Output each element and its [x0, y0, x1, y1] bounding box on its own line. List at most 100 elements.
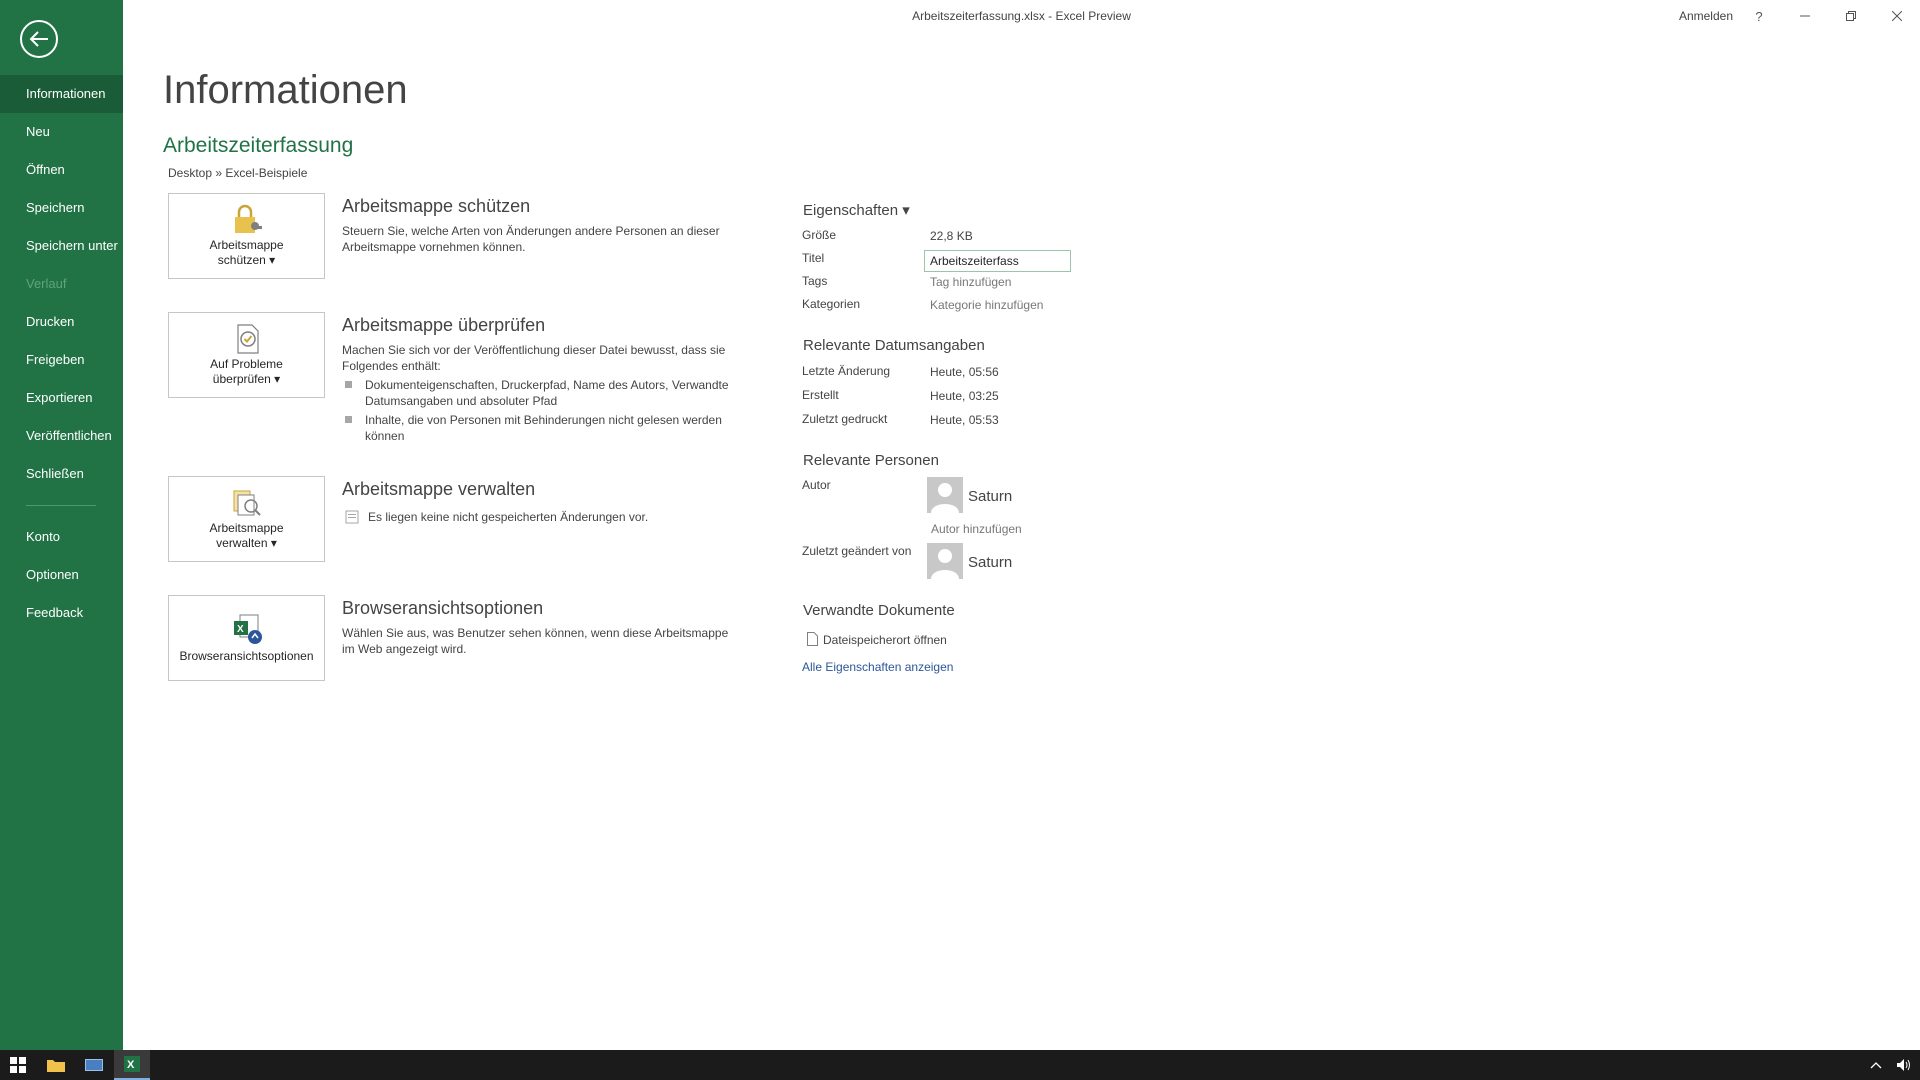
speaker-icon — [1897, 1059, 1910, 1071]
taskbar: X — [0, 1050, 1920, 1080]
nav-item-drucken[interactable]: Drucken — [0, 303, 123, 341]
manage-section-desc: Es liegen keine nicht gespeicherten Ände… — [342, 509, 742, 525]
inspect-bullet-accessibility: Inhalte, die von Personen mit Behinderun… — [345, 412, 745, 444]
manage-versions-icon — [233, 490, 261, 516]
nav-item-exportieren[interactable]: Exportieren — [0, 379, 123, 417]
nav-item-konto[interactable]: Konto — [0, 518, 123, 556]
protect-workbook-button[interactable]: Arbeitsmappe schützen ▾ — [168, 193, 325, 279]
author-avatar[interactable] — [927, 477, 963, 513]
size-value: 22,8 KB — [930, 229, 973, 243]
restore-button[interactable] — [1828, 0, 1874, 32]
protect-button-label-1: Arbeitsmappe — [209, 238, 284, 252]
nav-item-speichern-unter[interactable]: Speichern unter — [0, 227, 123, 265]
title-bar: Arbeitszeiterfassung.xlsx - Excel Previe… — [123, 0, 1920, 32]
show-hidden-icons-button[interactable] — [1862, 1050, 1890, 1080]
open-file-location-text: Dateispeicherort öffnen — [823, 633, 947, 647]
protect-section-desc: Steuern Sie, welche Arten von Änderungen… — [342, 224, 720, 254]
backstage-sidebar: Informationen Neu Öffnen Speichern Speic… — [0, 0, 123, 1050]
nav-item-freigeben[interactable]: Freigeben — [0, 341, 123, 379]
last-modified-by-label: Zuletzt geändert von — [802, 544, 912, 558]
browser-view-section-title: Browseransichtsoptionen — [342, 598, 544, 618]
document-path[interactable]: Desktop » Excel-Beispiele — [168, 166, 307, 180]
nav-item-schliessen[interactable]: Schließen — [0, 455, 123, 493]
modified-value: Heute, 05:56 — [930, 365, 999, 379]
windows-icon — [10, 1057, 26, 1073]
taskbar-file-explorer[interactable] — [38, 1050, 74, 1080]
inspect-section-desc: Machen Sie sich vor der Veröffentlichung… — [342, 343, 726, 373]
printed-value: Heute, 05:53 — [930, 413, 999, 427]
minimize-button[interactable] — [1782, 0, 1828, 32]
excel-icon: X — [124, 1056, 140, 1072]
inspect-document-icon — [236, 324, 259, 354]
restore-icon — [1846, 11, 1856, 21]
person-icon — [931, 483, 959, 513]
taskbar-excel[interactable]: X — [114, 1050, 150, 1080]
chevron-up-icon — [1870, 1062, 1882, 1069]
nav-divider — [26, 505, 96, 506]
nav-item-feedback[interactable]: Feedback — [0, 594, 123, 632]
document-name: Arbeitszeiterfassung — [163, 134, 354, 157]
manage-button-label-2: verwalten ▾ — [216, 536, 277, 550]
taskbar-keyboard-app[interactable] — [76, 1050, 112, 1080]
modified-label: Letzte Änderung — [802, 364, 891, 378]
start-button[interactable] — [0, 1050, 36, 1080]
author-label: Autor — [802, 478, 831, 492]
nav-item-optionen[interactable]: Optionen — [0, 556, 123, 594]
open-file-location-link[interactable]: Dateispeicherort öffnen — [807, 632, 947, 647]
document-icon — [807, 632, 818, 646]
browser-view-button-label: Browseransichtsoptionen — [179, 648, 314, 663]
manage-section-title: Arbeitsmappe verwalten — [342, 479, 536, 499]
page-title: Informationen — [163, 68, 408, 112]
svg-text:X: X — [127, 1059, 135, 1071]
no-changes-icon — [345, 510, 359, 524]
manage-desc-text: Es liegen keine nicht gespeicherten Ände… — [368, 510, 649, 524]
title-field[interactable] — [924, 250, 1071, 272]
person-icon — [931, 549, 959, 579]
nav-item-veroeffentlichen[interactable]: Veröffentlichen — [0, 417, 123, 455]
size-label: Größe — [802, 228, 837, 242]
check-issues-label-2: überprüfen ▾ — [212, 372, 281, 386]
window-title: Arbeitszeiterfassung.xlsx - Excel Previe… — [912, 9, 1131, 23]
inspect-bullet-properties: Dokumenteigenschaften, Druckerpfad, Name… — [345, 377, 745, 409]
folder-icon — [47, 1060, 65, 1072]
manage-workbook-button[interactable]: Arbeitsmappe verwalten ▾ — [168, 476, 325, 562]
dates-heading: Relevante Datumsangaben — [803, 337, 985, 354]
svg-text:X: X — [237, 624, 244, 635]
back-arrow-icon — [29, 31, 48, 47]
help-button[interactable]: ? — [1736, 0, 1782, 32]
add-category-field[interactable]: Kategorie hinzufügen — [930, 298, 1043, 312]
sign-in-link[interactable]: Anmelden — [1679, 9, 1733, 23]
show-all-properties-link[interactable]: Alle Eigenschaften anzeigen — [802, 660, 953, 674]
last-modified-by-avatar[interactable] — [927, 543, 963, 579]
nav-item-oeffnen[interactable]: Öffnen — [0, 151, 123, 189]
add-tag-field[interactable]: Tag hinzufügen — [930, 275, 1011, 289]
check-issues-button[interactable]: Auf Probleme überprüfen ▾ — [168, 312, 325, 398]
protect-button-label-2: schützen ▾ — [217, 253, 276, 267]
printed-label: Zuletzt gedruckt — [802, 412, 888, 426]
nav-item-speichern[interactable]: Speichern — [0, 189, 123, 227]
author-name[interactable]: Saturn — [968, 488, 1012, 505]
info-pane: Informationen Arbeitszeiterfassung Deskt… — [123, 32, 1920, 1050]
nav-item-informationen[interactable]: Informationen — [0, 75, 123, 113]
lock-icon — [234, 204, 262, 233]
manage-button-label-1: Arbeitsmappe — [209, 521, 284, 535]
close-icon — [1892, 11, 1902, 21]
volume-button[interactable] — [1890, 1050, 1918, 1080]
tags-label: Tags — [802, 274, 828, 288]
nav-item-verlauf: Verlauf — [26, 276, 67, 291]
back-button[interactable] — [20, 20, 58, 58]
browser-view-options-button[interactable]: X Browseransichtsoptionen — [168, 595, 325, 681]
inspect-section-title: Arbeitsmappe überprüfen — [342, 315, 546, 335]
protect-section-title: Arbeitsmappe schützen — [342, 196, 531, 216]
keyboard-icon — [85, 1059, 103, 1071]
add-author-link[interactable]: Autor hinzufügen — [931, 522, 1022, 536]
people-heading: Relevante Personen — [803, 452, 939, 469]
properties-dropdown[interactable]: Eigenschaften ▾ — [803, 201, 910, 219]
nav-item-neu[interactable]: Neu — [0, 113, 123, 151]
last-modified-by-name[interactable]: Saturn — [968, 554, 1012, 571]
created-label: Erstellt — [802, 388, 839, 402]
help-icon: ? — [1755, 8, 1763, 24]
categories-label: Kategorien — [802, 297, 861, 311]
close-button[interactable] — [1874, 0, 1920, 32]
created-value: Heute, 03:25 — [930, 389, 999, 403]
